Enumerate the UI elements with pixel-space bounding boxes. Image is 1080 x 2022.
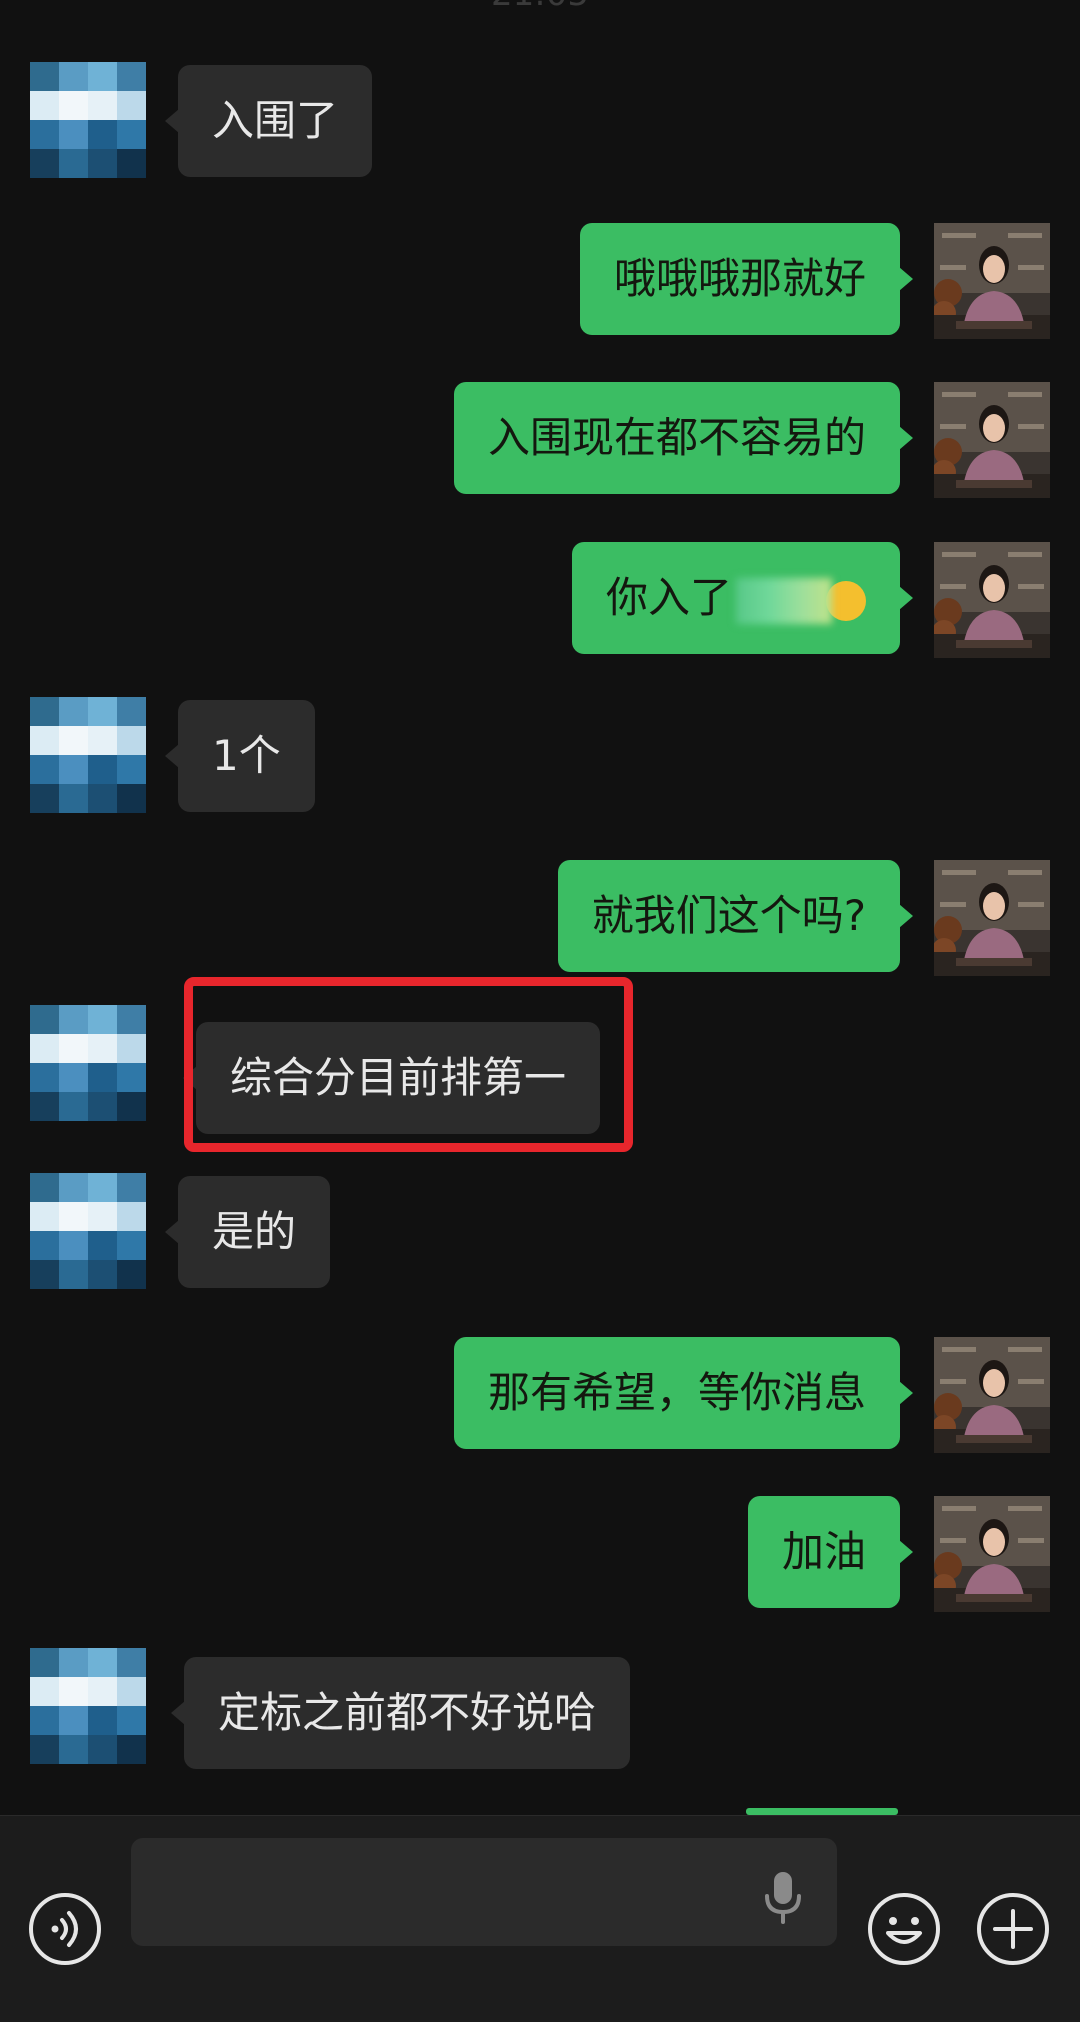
highlight-box (184, 977, 633, 1152)
message-input[interactable] (131, 1838, 837, 1946)
blurred-text (736, 577, 832, 624)
contact-avatar[interactable] (30, 1648, 146, 1764)
message-bubble-incoming[interactable]: 1个 (165, 700, 315, 812)
my-avatar[interactable] (934, 1337, 1050, 1453)
message-bubble-incoming[interactable]: 入围了 (164, 65, 373, 177)
message-bubble-outgoing[interactable]: 就我们这个吗? (557, 860, 914, 972)
my-avatar[interactable] (934, 223, 1050, 339)
plus-icon[interactable] (975, 1891, 1051, 1967)
emoji-icon (826, 580, 866, 621)
my-avatar[interactable] (934, 542, 1050, 658)
contact-avatar[interactable] (30, 62, 146, 178)
my-avatar[interactable] (934, 382, 1050, 498)
message-bubble-outgoing[interactable]: 哦哦哦那就好 (579, 223, 914, 335)
next-message-peek (746, 1808, 898, 1815)
my-avatar[interactable] (934, 860, 1050, 976)
message-bubble-outgoing[interactable]: 入围现在都不容易的 (453, 382, 914, 494)
contact-avatar[interactable] (30, 1005, 146, 1121)
voice-toggle-icon[interactable] (27, 1891, 103, 1967)
contact-avatar[interactable] (30, 697, 146, 813)
message-text: 你入了 (605, 573, 732, 622)
contact-avatar[interactable] (30, 1173, 146, 1289)
status-time: 21:05 (0, 0, 1080, 14)
message-bubble-outgoing[interactable]: 加油 (747, 1496, 914, 1608)
message-bubble-incoming[interactable]: 是的 (164, 1176, 331, 1288)
emoji-icon[interactable] (866, 1891, 942, 1967)
chat-area[interactable]: 21:05 入围了 哦哦哦那就好 入围现在都不容易的 你入了 1个 就我们这个吗… (0, 0, 1080, 1815)
message-bubble-incoming[interactable]: 定标之前都不好说哈 (170, 1657, 631, 1769)
microphone-icon[interactable] (763, 1870, 803, 1924)
my-avatar[interactable] (934, 1496, 1050, 1612)
message-bubble-outgoing[interactable]: 那有希望，等你消息 (453, 1337, 914, 1449)
message-bubble-outgoing[interactable]: 你入了 (571, 542, 914, 654)
